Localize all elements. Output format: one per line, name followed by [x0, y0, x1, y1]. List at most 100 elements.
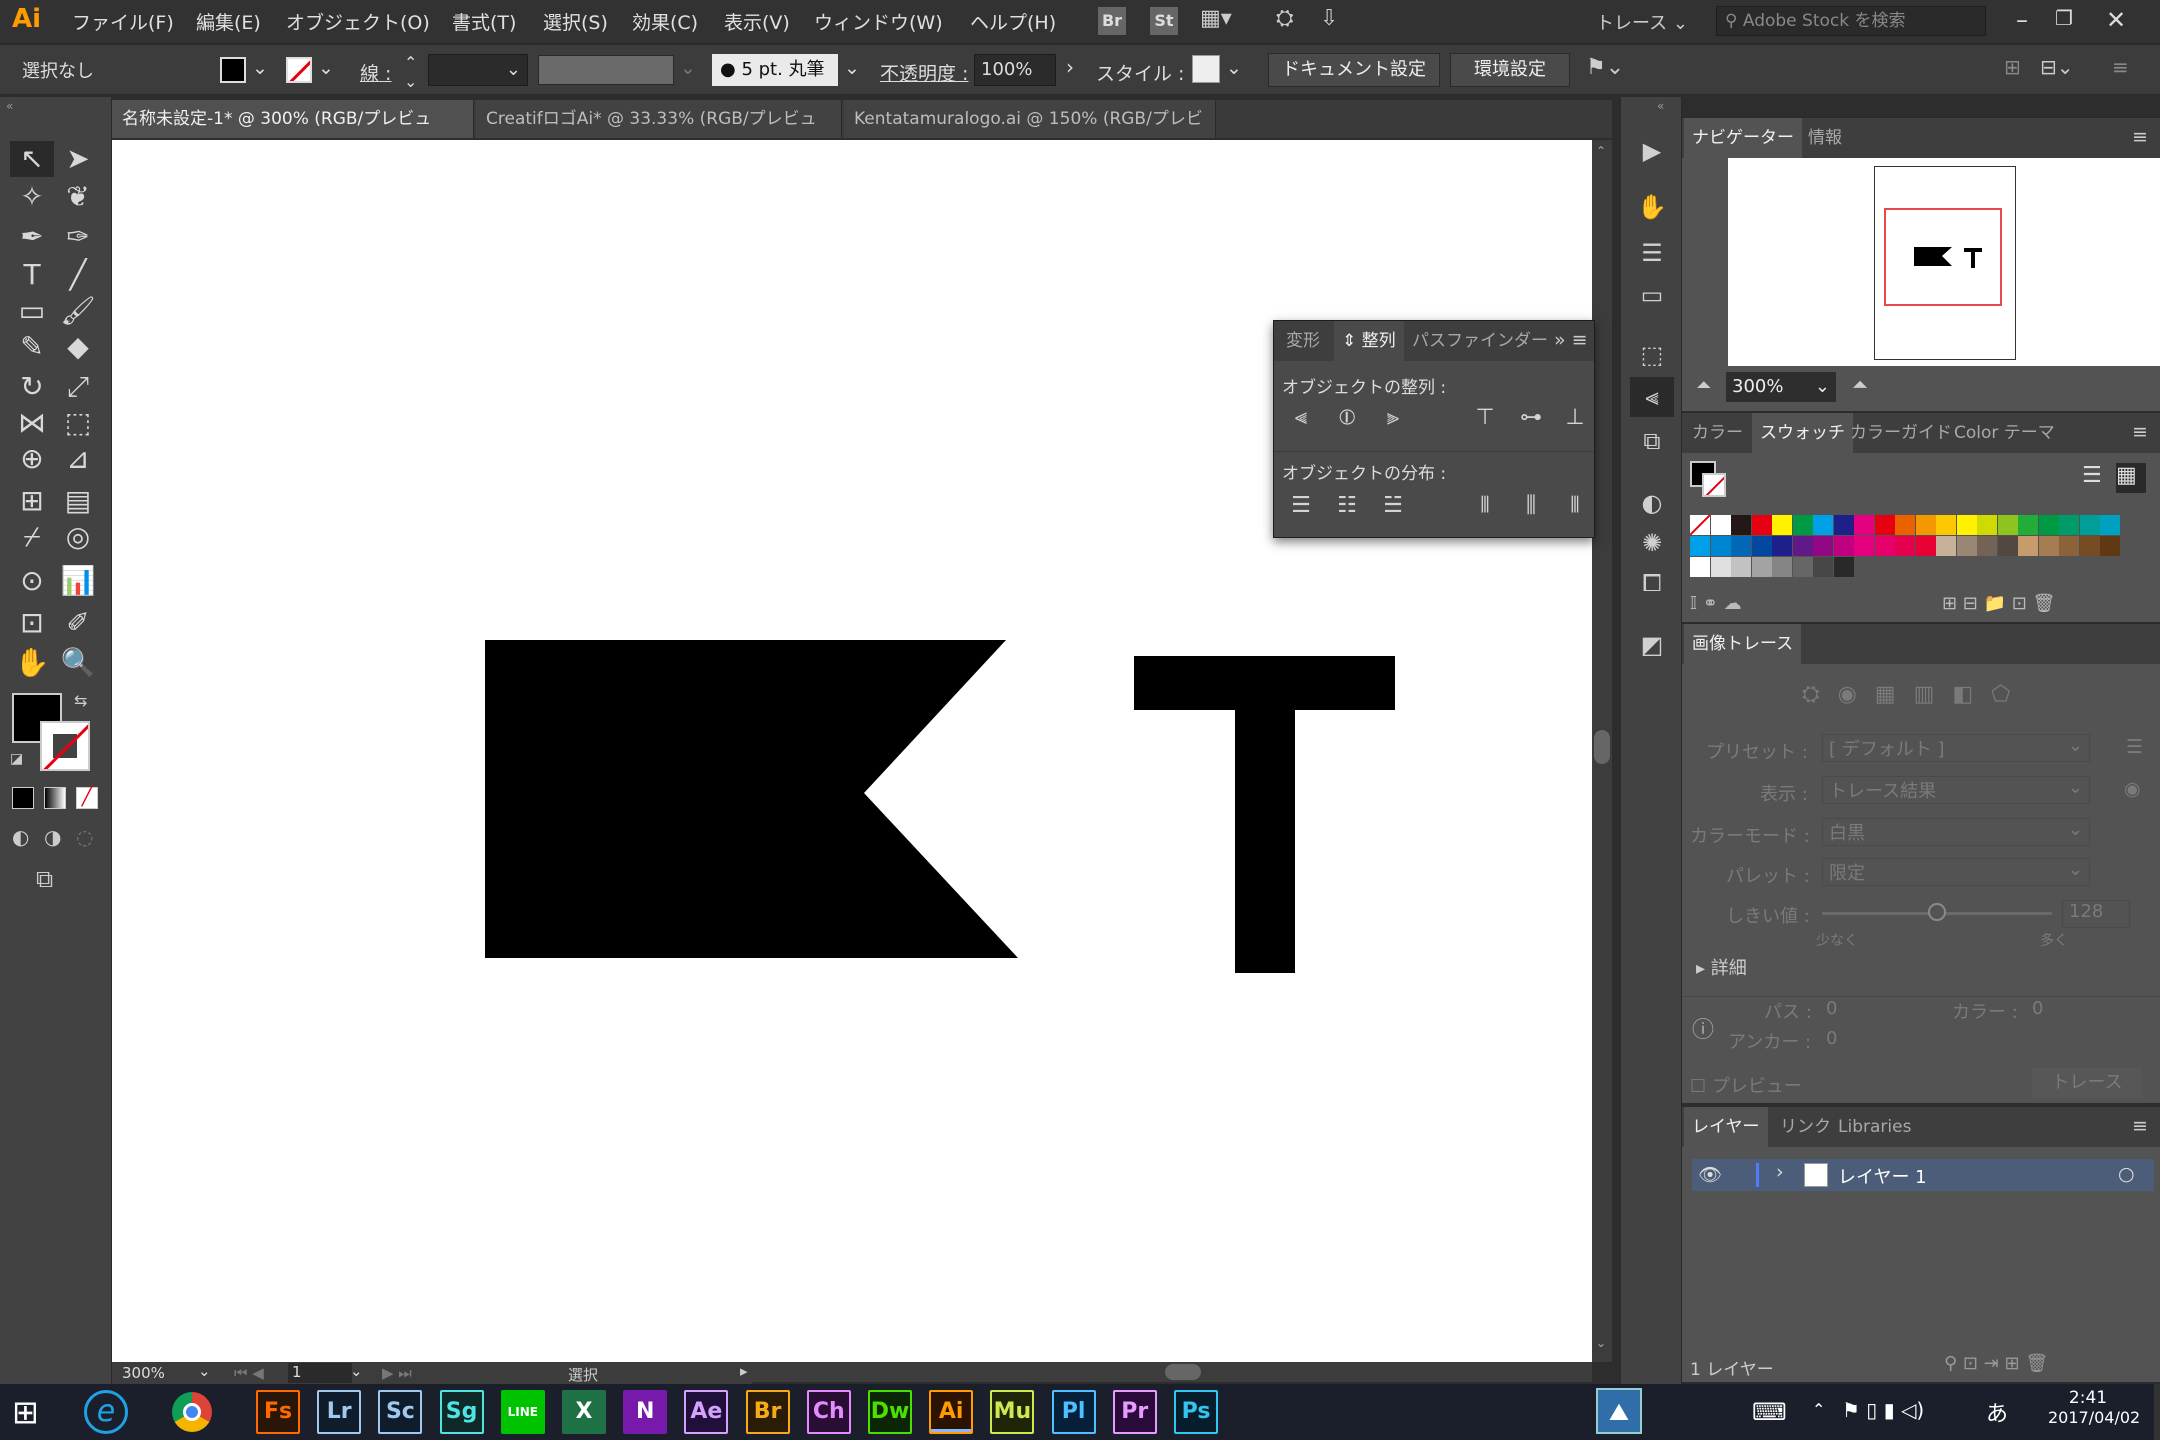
gradient-tool-icon[interactable]: ▤ — [56, 483, 100, 519]
page-field[interactable]: 1 — [288, 1363, 352, 1383]
align-left-icon[interactable]: ⫷ — [1286, 405, 1316, 433]
stroke-weight-field[interactable]: ⌄ — [428, 54, 528, 86]
tab-layers[interactable]: レイヤー — [1684, 1107, 1768, 1147]
color-swatch[interactable] — [2079, 515, 2100, 535]
view-select[interactable]: トレース結果 ⌄ — [1822, 776, 2090, 804]
swatch-libraries-icon[interactable]: 𝕀 ⚭ ☁ — [1690, 593, 1742, 614]
ime-indicator[interactable]: あ — [1986, 1396, 2008, 1428]
details-toggle[interactable]: ▸ 詳細 — [1696, 954, 1747, 980]
graphic-styles-icon[interactable]: ✺ — [1630, 523, 1674, 563]
rotate-tool-icon[interactable]: ↻ — [10, 369, 54, 405]
brush-definition[interactable]: ● 5 pt. 丸筆 — [712, 54, 838, 86]
opacity-label[interactable]: 不透明度 : — [880, 59, 968, 86]
restore-button[interactable]: ❐ — [2044, 6, 2084, 38]
color-swatch[interactable] — [1854, 536, 1874, 556]
swap-fill-stroke-icon[interactable]: ⇆ — [74, 691, 87, 710]
color-swatch[interactable] — [1751, 536, 1772, 556]
color-swatch[interactable] — [1833, 536, 1854, 556]
isolate-icon[interactable]: ⊟⌄ — [2040, 55, 2074, 79]
color-swatch[interactable] — [1751, 515, 1772, 535]
vertical-scrollbar[interactable]: ⌃ ⌄ — [1592, 140, 1612, 1362]
align-bottom-icon[interactable]: ⊥ — [1560, 405, 1590, 433]
threshold-field[interactable]: 128 — [2062, 900, 2130, 928]
tab-info[interactable]: 情報 — [1800, 118, 1850, 158]
tab-image-trace[interactable]: 画像トレース — [1684, 624, 1802, 664]
collapse-icon[interactable]: « — [6, 99, 13, 113]
taskbar-app-icon[interactable]: Ae — [684, 1390, 729, 1434]
navigator-preview[interactable] — [1728, 158, 2160, 366]
chevron-down-icon[interactable]: ⌄ — [1226, 57, 1242, 79]
color-swatch[interactable] — [2079, 536, 2100, 556]
layer-row[interactable]: 👁 › レイヤー 1 ○ — [1692, 1159, 2154, 1191]
blend-tool-icon[interactable]: ◎ — [56, 519, 100, 555]
first-page-icon[interactable]: ⏮ ◀ — [234, 1364, 264, 1382]
taskbar-app-icon[interactable]: Sg — [439, 1390, 484, 1434]
color-swatch[interactable] — [1956, 536, 1977, 556]
tab-kentatamuralogo[interactable]: Kentatamuralogo.ai @ 150% (RGB/プレビュー)× — [844, 100, 1216, 167]
color-swatch[interactable] — [1956, 515, 1977, 535]
gray-swatch[interactable] — [1710, 557, 1731, 577]
taskbar-app-icon[interactable]: Pl — [1051, 1390, 1096, 1434]
panel-menu-icon[interactable]: ≡ — [2112, 55, 2129, 79]
menu-item-4[interactable]: 選択(S) — [543, 8, 608, 35]
taskbar-app-icon[interactable]: Mu — [990, 1390, 1035, 1434]
preferences-button[interactable]: 環境設定 — [1450, 53, 1570, 87]
list-view-icon[interactable]: ☰ — [2082, 463, 2112, 493]
taskbar-app-icon[interactable]: X — [562, 1390, 606, 1434]
color-swatch[interactable] — [2018, 515, 2038, 535]
color-swatch[interactable] — [1977, 536, 1997, 556]
tab-links[interactable]: リンク — [1772, 1107, 1839, 1147]
bridge-button[interactable]: Br — [1098, 7, 1126, 35]
variable-width-profile[interactable] — [538, 55, 674, 85]
type-tool-icon[interactable]: T — [10, 257, 54, 293]
appearance-panel-icon[interactable]: ◐ — [1630, 483, 1674, 523]
menu-item-7[interactable]: ウィンドウ(W) — [814, 8, 943, 35]
close-window-button[interactable]: ✕ — [2096, 6, 2136, 38]
zoom-out-icon[interactable]: ⏶ — [1696, 374, 1711, 396]
distribute-top-icon[interactable]: ☰ — [1286, 493, 1316, 521]
k-flag-shape[interactable] — [485, 640, 1018, 958]
menu-item-0[interactable]: ファイル(F) — [72, 8, 174, 35]
distribute-bottom-icon[interactable]: ☱ — [1378, 493, 1408, 521]
menu-item-2[interactable]: オブジェクト(O) — [286, 8, 430, 35]
color-swatch[interactable] — [1792, 536, 1813, 556]
panel-menu-icon[interactable]: ≡ — [2132, 1115, 2148, 1137]
collapse-icon[interactable]: « — [1657, 99, 1664, 113]
width-tool-icon[interactable]: ⋈ — [10, 405, 54, 441]
stroke-swatch[interactable] — [40, 721, 90, 771]
color-mode-icon[interactable] — [12, 787, 34, 809]
stroke-swatch[interactable] — [1702, 473, 1726, 497]
menu-item-3[interactable]: 書式(T) — [452, 8, 516, 35]
color-swatch[interactable] — [2059, 515, 2079, 535]
clock[interactable]: 2:41 2017/04/02 — [2048, 1388, 2140, 1427]
keyboard-icon[interactable]: ⌨ — [1752, 1398, 1787, 1426]
shaper-tool-icon[interactable]: ✎ — [10, 329, 54, 365]
color-swatch[interactable] — [1915, 515, 1936, 535]
artboard-tool-icon[interactable]: ⊡ — [10, 605, 54, 641]
tab-swatches[interactable]: スウォッチ — [1752, 413, 1853, 453]
tab-navigator[interactable]: ナビゲーター — [1684, 118, 1802, 158]
gradient-mode-icon[interactable] — [44, 787, 66, 809]
color-swatch[interactable] — [2018, 536, 2038, 556]
color-swatch[interactable] — [1813, 536, 1833, 556]
color-swatch[interactable] — [1895, 515, 1915, 535]
opacity-field[interactable]: 100% — [974, 54, 1056, 86]
trace-preset-icons[interactable]: ⛭◉▦▥◧⬠ — [1802, 682, 2028, 707]
lasso-icon[interactable]: ❦ — [56, 179, 100, 215]
slice-tool-icon[interactable]: ✐ — [56, 605, 100, 641]
horizontal-scrollbar[interactable] — [745, 1362, 1592, 1382]
taskbar-app-icon[interactable]: N — [623, 1390, 668, 1434]
gray-swatch[interactable] — [1813, 557, 1833, 577]
draw-behind-icon[interactable]: ◑ — [44, 825, 61, 849]
taskbar-app-icon[interactable]: Ch — [806, 1390, 851, 1434]
taskbar-app-icon[interactable]: Ps — [1174, 1390, 1218, 1434]
taskbar-app-icon[interactable]: Pr — [1112, 1390, 1157, 1434]
zoom-tool-icon[interactable]: 🔍 — [56, 645, 100, 681]
color-swatch[interactable] — [1731, 515, 1751, 535]
puppet-icon[interactable]: ✋ — [1630, 187, 1674, 227]
color-swatch[interactable] — [1792, 515, 1813, 535]
color-swatch[interactable] — [1895, 536, 1915, 556]
scroll-thumb[interactable] — [1594, 730, 1610, 764]
panel-menu-icon[interactable]: ≡ — [2132, 421, 2148, 443]
eye-icon[interactable]: ◉ — [2124, 778, 2141, 800]
